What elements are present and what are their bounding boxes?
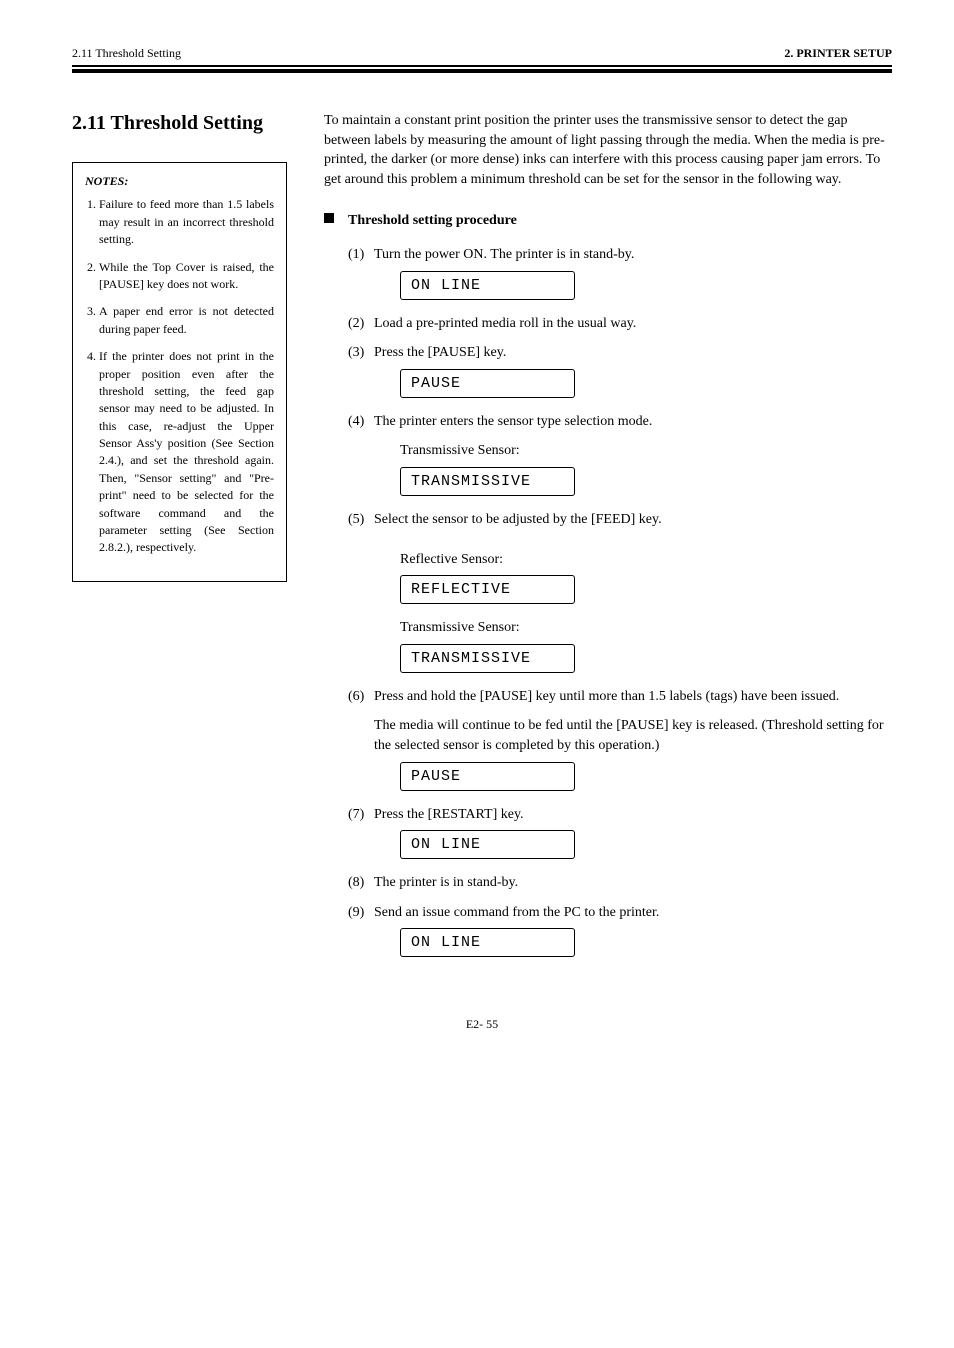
- header-left-text: 2.11 Threshold Setting: [72, 46, 181, 61]
- note-item: If the printer does not print in the pro…: [99, 348, 274, 557]
- procedure-title-text: Threshold setting procedure: [348, 213, 517, 228]
- lcd-display: TRANSMISSIVE: [400, 467, 575, 496]
- lcd-display: TRANSMISSIVE: [400, 644, 575, 673]
- step-number: (9): [348, 903, 374, 923]
- step: (4) The printer enters the sensor type s…: [348, 412, 892, 432]
- step-number: (5): [348, 510, 374, 530]
- step-number: (8): [348, 873, 374, 893]
- notes-title: NOTES:: [85, 173, 274, 190]
- lcd-display: PAUSE: [400, 369, 575, 398]
- step: (1) Turn the power ON. The printer is in…: [348, 245, 892, 265]
- step: The media will continue to be fed until …: [348, 716, 892, 755]
- step-text: Send an issue command from the PC to the…: [374, 903, 892, 923]
- lcd-display: ON LINE: [400, 271, 575, 300]
- sensor-label: Transmissive Sensor:: [400, 618, 892, 638]
- lcd-display: REFLECTIVE: [400, 575, 575, 604]
- sensor-label: Transmissive Sensor:: [400, 441, 892, 461]
- header-rule-thin: [72, 65, 892, 67]
- sensor-label: Reflective Sensor:: [400, 550, 892, 570]
- step-number: (2): [348, 314, 374, 334]
- step-number: (6): [348, 687, 374, 707]
- lcd-display: ON LINE: [400, 928, 575, 957]
- header-rule-thick: [72, 69, 892, 73]
- lcd-display: ON LINE: [400, 830, 575, 859]
- notes-box: NOTES: Failure to feed more than 1.5 lab…: [72, 162, 287, 582]
- note-item: A paper end error is not detected during…: [99, 303, 274, 338]
- step: (7) Press the [RESTART] key.: [348, 805, 892, 825]
- header-right-text: 2. PRINTER SETUP: [784, 46, 892, 61]
- step-number: (1): [348, 245, 374, 265]
- step-number: (4): [348, 412, 374, 432]
- step: (8) The printer is in stand-by.: [348, 873, 892, 893]
- step: (9) Send an issue command from the PC to…: [348, 903, 892, 923]
- lcd-display: PAUSE: [400, 762, 575, 791]
- section-heading: 2.11 Threshold Setting: [72, 111, 287, 136]
- note-item: While the Top Cover is raised, the [PAUS…: [99, 259, 274, 294]
- step: (5) Select the sensor to be adjusted by …: [348, 510, 892, 530]
- step-text: Press the [RESTART] key.: [374, 805, 892, 825]
- step-text: Turn the power ON. The printer is in sta…: [374, 245, 892, 265]
- step-text: The printer enters the sensor type selec…: [374, 412, 892, 432]
- page-number: E2- 55: [72, 1017, 892, 1032]
- step-text: The printer is in stand-by.: [374, 873, 892, 893]
- step: (3) Press the [PAUSE] key.: [348, 343, 892, 363]
- step-text: Press the [PAUSE] key.: [374, 343, 892, 363]
- step: (2) Load a pre-printed media roll in the…: [348, 314, 892, 334]
- step-text: Select the sensor to be adjusted by the …: [374, 510, 892, 530]
- intro-paragraph: To maintain a constant print position th…: [324, 111, 892, 189]
- note-item: Failure to feed more than 1.5 labels may…: [99, 196, 274, 248]
- step-text: The media will continue to be fed until …: [374, 716, 892, 755]
- step-number: (3): [348, 343, 374, 363]
- step-number: (7): [348, 805, 374, 825]
- step: (6) Press and hold the [PAUSE] key until…: [348, 687, 892, 707]
- procedure-title: Threshold setting procedure: [348, 211, 892, 231]
- step-text: Load a pre-printed media roll in the usu…: [374, 314, 892, 334]
- square-bullet-icon: [324, 213, 334, 223]
- step-text: Press and hold the [PAUSE] key until mor…: [374, 687, 892, 707]
